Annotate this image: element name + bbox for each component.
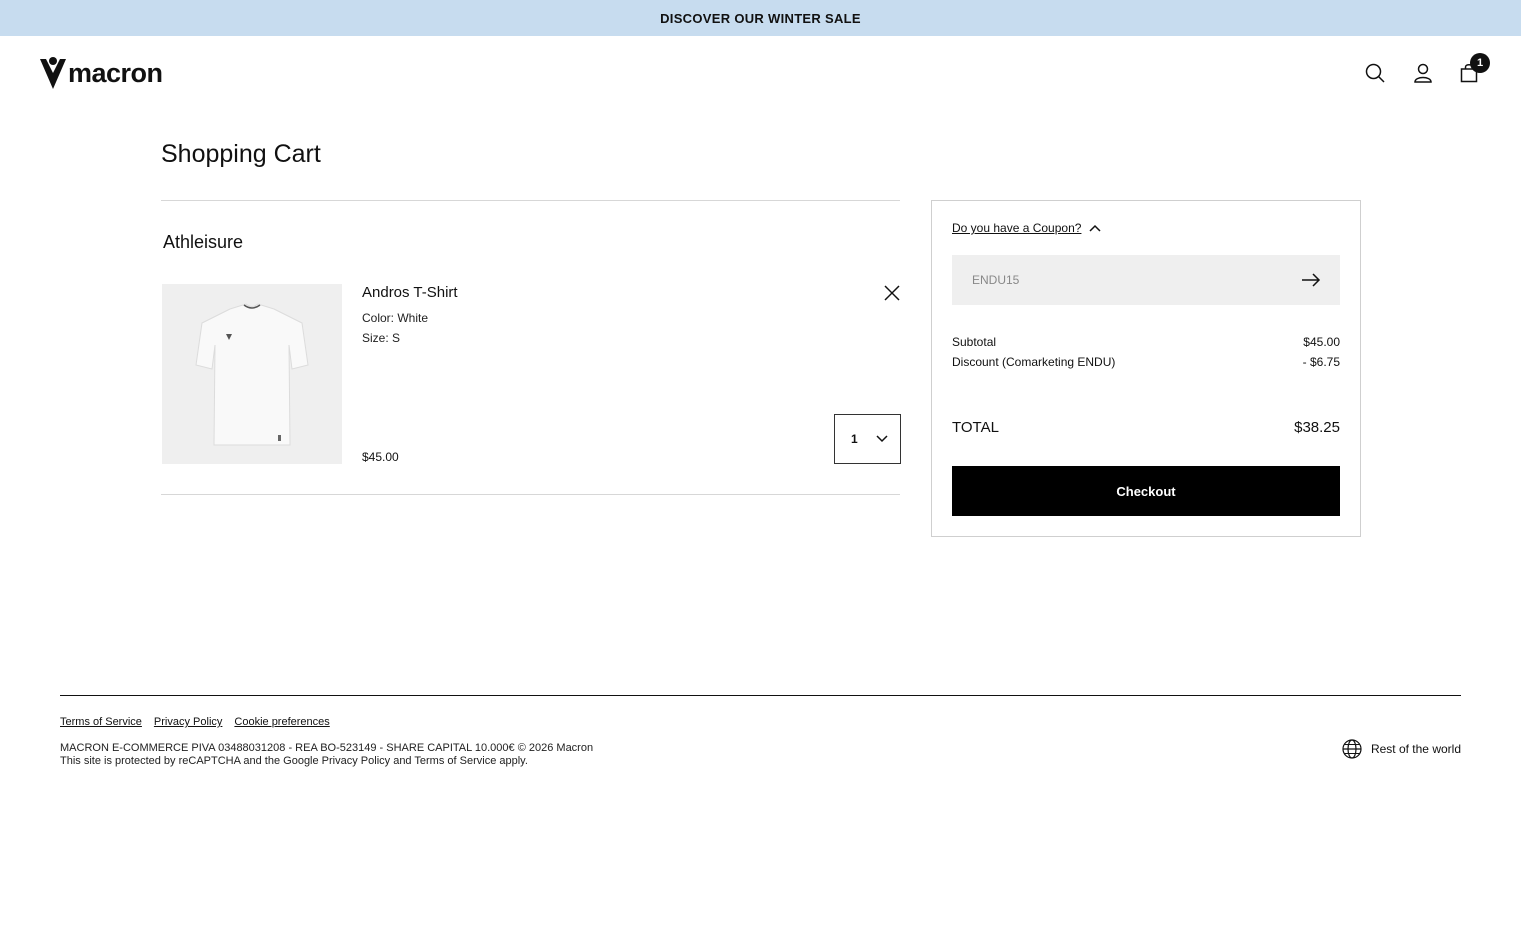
- product-price: $45.00: [362, 450, 399, 464]
- remove-item-button[interactable]: [883, 284, 901, 302]
- region-selector[interactable]: Rest of the world: [1342, 739, 1461, 759]
- announcement-text[interactable]: DISCOVER OUR WINTER SALE: [660, 11, 861, 26]
- product-color: Color: White: [362, 311, 429, 325]
- region-label: Rest of the world: [1370, 742, 1461, 756]
- globe-icon: [1342, 739, 1362, 759]
- total-row: TOTAL $38.25: [952, 419, 1340, 436]
- arrow-right-icon: [1302, 273, 1321, 287]
- site-header: macron 1: [0, 36, 1521, 110]
- divider: [161, 494, 900, 495]
- coupon-field: [952, 255, 1340, 305]
- product-image[interactable]: [162, 284, 342, 464]
- coupon-input[interactable]: [972, 273, 1300, 287]
- macron-hero-logo-icon: [40, 57, 66, 89]
- total-value: $38.25: [1294, 419, 1340, 436]
- total-label: TOTAL: [952, 419, 999, 436]
- discount-row: Discount (Comarketing ENDU) - $6.75: [952, 355, 1340, 369]
- cart-button[interactable]: 1: [1457, 53, 1490, 85]
- subtotal-value: $45.00: [1303, 335, 1340, 349]
- cart-items-column: Athleisure Andros T-Shirt Color: White S…: [161, 200, 901, 495]
- cart-item: Andros T-Shirt Color: White Size: S $45.…: [162, 284, 901, 464]
- quantity-value: 1: [851, 432, 858, 446]
- cookie-preferences-link[interactable]: Cookie preferences: [234, 716, 329, 728]
- divider: [161, 200, 900, 201]
- subtotal-label: Subtotal: [952, 335, 997, 349]
- footer-legal: MACRON E-COMMERCE PIVA 03488031208 - REA…: [60, 742, 593, 768]
- announcement-bar[interactable]: DISCOVER OUR WINTER SALE: [0, 0, 1521, 36]
- search-button[interactable]: [1363, 61, 1387, 85]
- quantity-select[interactable]: 1: [834, 414, 901, 464]
- privacy-policy-link[interactable]: Privacy Policy: [154, 716, 222, 728]
- chevron-up-icon: [1089, 224, 1101, 232]
- footer-divider: [60, 695, 1461, 696]
- user-icon: [1414, 63, 1432, 83]
- tshirt-image: [195, 303, 309, 446]
- product-size: Size: S: [362, 331, 401, 345]
- coupon-toggle-label: Do you have a Coupon?: [952, 221, 1082, 235]
- terms-of-service-link[interactable]: Terms of Service: [60, 716, 142, 728]
- order-summary: Do you have a Coupon? Subtotal $45.00 Di…: [931, 200, 1361, 537]
- search-icon: [1365, 63, 1385, 83]
- page-scrollbar[interactable]: [1521, 0, 1536, 945]
- footer-links: Terms of Service Privacy Policy Cookie p…: [60, 716, 330, 728]
- discount-label: Discount (Comarketing ENDU): [952, 355, 1116, 369]
- legal-company-info: MACRON E-COMMERCE PIVA 03488031208 - REA…: [60, 742, 594, 754]
- cart-section-title: Athleisure: [163, 232, 244, 252]
- recaptcha-notice: This site is protected by reCAPTCHA and …: [60, 755, 528, 767]
- close-icon: [884, 285, 900, 301]
- coupon-toggle[interactable]: Do you have a Coupon?: [952, 221, 1101, 235]
- product-name[interactable]: Andros T-Shirt: [362, 284, 458, 301]
- cart-count-badge: 1: [1470, 53, 1490, 73]
- discount-value: - $6.75: [1302, 355, 1340, 369]
- chevron-down-icon: [876, 435, 888, 443]
- page-title: Shopping Cart: [161, 140, 321, 168]
- account-button[interactable]: [1411, 61, 1435, 85]
- logo-text: macron: [68, 57, 163, 88]
- macron-logo[interactable]: macron: [40, 57, 163, 89]
- checkout-button[interactable]: Checkout: [952, 466, 1340, 516]
- subtotal-row: Subtotal $45.00: [952, 335, 1340, 349]
- apply-coupon-button[interactable]: [1300, 269, 1322, 291]
